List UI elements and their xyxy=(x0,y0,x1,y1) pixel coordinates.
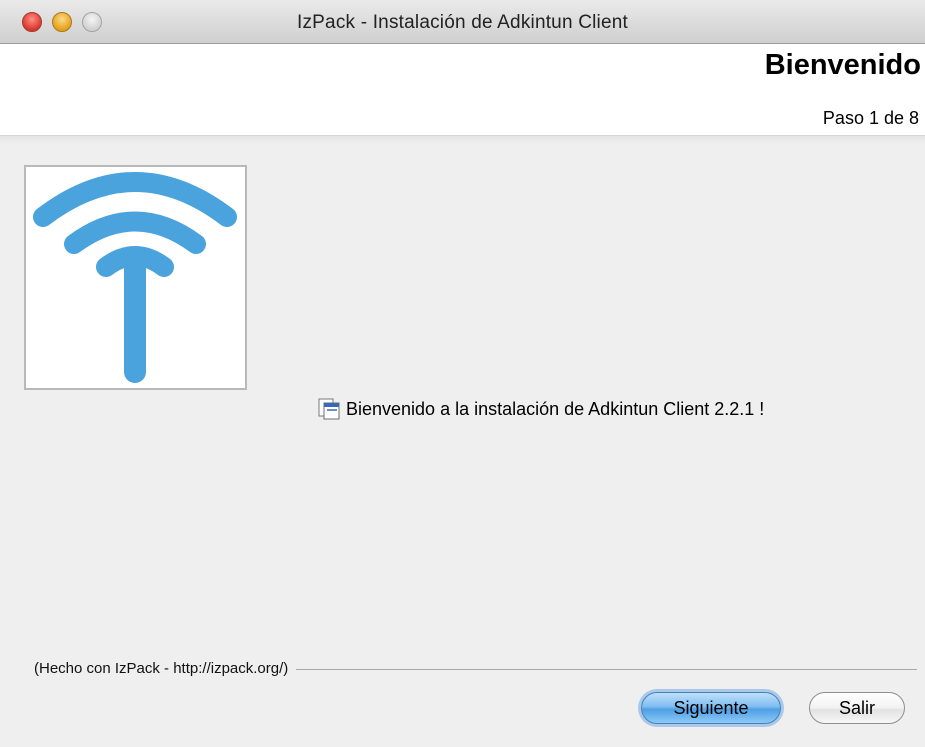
header-separator xyxy=(0,135,925,144)
exit-button[interactable]: Salir xyxy=(809,692,905,724)
window-title: IzPack - Instalación de Adkintun Client xyxy=(297,12,628,33)
title-bar[interactable]: IzPack - Instalación de Adkintun Client xyxy=(0,0,925,44)
app-logo xyxy=(24,165,247,390)
header-panel: Bienvenido Paso 1 de 8 xyxy=(0,44,925,135)
step-indicator: Paso 1 de 8 xyxy=(822,108,919,128)
signal-tower-icon xyxy=(33,172,237,383)
installer-window: IzPack - Instalación de Adkintun Client … xyxy=(0,0,925,747)
document-icon xyxy=(318,398,340,420)
next-button[interactable]: Siguiente xyxy=(641,692,781,724)
izpack-credit: (Hecho con IzPack - http://izpack.org/) xyxy=(34,660,297,677)
welcome-message: Bienvenido a la instalación de Adkintun … xyxy=(346,398,765,419)
welcome-line: Bienvenido a la instalación de Adkintun … xyxy=(318,397,764,421)
page-title: Bienvenido xyxy=(764,49,921,81)
